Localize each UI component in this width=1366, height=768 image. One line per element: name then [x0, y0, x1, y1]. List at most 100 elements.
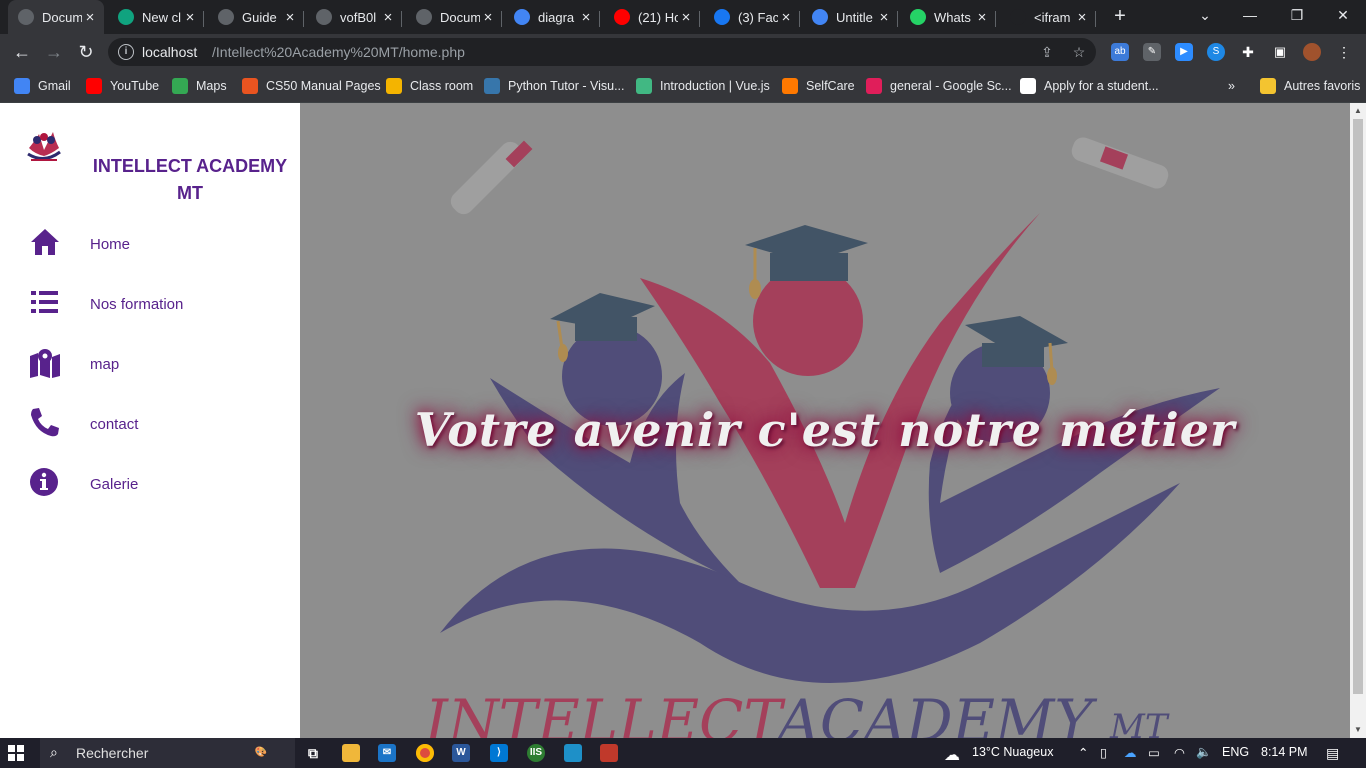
nav-home-label: Home: [90, 236, 131, 253]
tab-close-icon[interactable]: ×: [678, 9, 694, 26]
bookmark-label: Gmail: [38, 79, 71, 93]
medium-icon: [1010, 9, 1026, 25]
bookmark-item[interactable]: Maps: [172, 77, 227, 95]
other-bookmarks-folder[interactable]: Autres favoris: [1260, 77, 1360, 95]
tab-close-icon[interactable]: ×: [82, 9, 98, 26]
tab-search-chevron-icon[interactable]: ⌄: [1190, 4, 1220, 26]
tab-close-icon[interactable]: ×: [578, 9, 594, 26]
clock[interactable]: 8:14 PM: [1261, 745, 1308, 759]
nav-formations[interactable]: Nos formation: [0, 283, 300, 323]
restore-button[interactable]: ❐: [1282, 4, 1312, 26]
tab-close-icon[interactable]: ×: [778, 9, 794, 26]
academy-logo-small[interactable]: [25, 128, 63, 164]
onedrive-icon[interactable]: ☁: [1124, 745, 1137, 760]
browser-tab[interactable]: (3) Fac ×: [704, 3, 800, 31]
word-icon[interactable]: W: [452, 744, 470, 762]
browser-tab[interactable]: vofB0l ×: [306, 3, 402, 31]
url-path: /Intellect%20Academy%20MT/home.php: [212, 44, 465, 60]
site-info-icon[interactable]: i: [118, 44, 134, 60]
browser-tab[interactable]: <ifram ×: [1000, 3, 1096, 31]
tab-close-icon[interactable]: ×: [380, 9, 396, 26]
browser-tab[interactable]: diagra ×: [504, 3, 600, 31]
scroll-up-arrow[interactable]: ▲: [1350, 103, 1366, 119]
search-highlight-icon[interactable]: 🎨: [236, 744, 286, 762]
close-window-button[interactable]: ✕: [1328, 4, 1358, 26]
browser-tab[interactable]: New cl ×: [108, 3, 204, 31]
page-scrollbar[interactable]: ▲ ▼: [1350, 103, 1366, 738]
tab-title: Untitle: [836, 9, 873, 25]
tab-close-icon[interactable]: ×: [1074, 9, 1090, 26]
windows-start-icon[interactable]: [8, 745, 24, 761]
tab-close-icon[interactable]: ×: [480, 9, 496, 26]
tray-chevron-icon[interactable]: ⌃: [1078, 745, 1088, 760]
profile-avatar[interactable]: [1303, 43, 1321, 61]
nav-home[interactable]: Home: [0, 223, 300, 263]
browser-menu-icon[interactable]: ⋮: [1335, 43, 1353, 61]
info-icon: [30, 468, 58, 496]
notification-icon[interactable]: ▤: [1326, 745, 1339, 762]
chrome-icon[interactable]: [416, 744, 434, 762]
bookmark-item[interactable]: Gmail: [14, 77, 71, 95]
file-explorer-icon[interactable]: [342, 744, 360, 762]
nav-galerie[interactable]: Galerie: [0, 463, 300, 503]
new-tab-button[interactable]: +: [1110, 6, 1130, 26]
bookmarks-overflow-button[interactable]: »: [1228, 77, 1235, 95]
nav-map[interactable]: map: [0, 343, 300, 383]
docs-icon: [812, 9, 828, 25]
task-view-icon[interactable]: ⧉: [304, 744, 322, 762]
bookmark-item[interactable]: CS50 Manual Pages: [242, 77, 381, 95]
mail-icon[interactable]: ✉: [378, 744, 396, 762]
minimize-button[interactable]: —: [1235, 4, 1265, 26]
forward-button[interactable]: →: [42, 40, 66, 64]
back-button[interactable]: ←: [10, 40, 34, 64]
tab-close-icon[interactable]: ×: [282, 9, 298, 26]
app-red-icon[interactable]: [600, 744, 618, 762]
reload-button[interactable]: ↻: [74, 40, 98, 64]
brand-title[interactable]: INTELLECT ACADEMY MT: [90, 153, 290, 207]
extension-zoom-icon[interactable]: ▶: [1175, 43, 1193, 61]
bookmarks-overflow-label: »: [1228, 79, 1235, 93]
browser-tab[interactable]: Docum ×: [406, 3, 502, 31]
app-green-icon[interactable]: IIS: [527, 744, 545, 762]
tab-title: Whats: [934, 9, 971, 25]
bookmark-item[interactable]: Python Tutor - Visu...: [484, 77, 625, 95]
bookmark-item[interactable]: general - Google Sc...: [866, 77, 1012, 95]
tab-title: New cl: [142, 9, 182, 25]
tab-close-icon[interactable]: ×: [876, 9, 892, 26]
browser-tab[interactable]: Untitle ×: [802, 3, 898, 31]
extension-pen-icon[interactable]: ✎: [1143, 43, 1161, 61]
browser-toolbar: ← → ↻ i localhost /Intellect%20Academy%2…: [0, 34, 1366, 70]
tab-close-icon[interactable]: ×: [974, 9, 990, 26]
browser-tab[interactable]: Docum ×: [8, 0, 104, 34]
tray-device-icon[interactable]: ▯: [1100, 745, 1107, 760]
vscode-icon[interactable]: ⟩: [490, 744, 508, 762]
weather-text[interactable]: 13°C Nuageux: [972, 745, 1053, 759]
app-blue-icon[interactable]: [564, 744, 582, 762]
extension-shazam-icon[interactable]: S: [1207, 43, 1225, 61]
tab-strip: Docum × New cl × Guide × vofB0l × Docum × diagra ×(…: [0, 0, 1366, 34]
volume-icon[interactable]: 🔈: [1196, 745, 1212, 760]
extension-translate-icon[interactable]: ab: [1111, 43, 1129, 61]
bookmark-item[interactable]: Introduction | Vue.js: [636, 77, 770, 95]
tab-close-icon[interactable]: ×: [182, 9, 198, 26]
browser-tab[interactable]: Whats ×: [900, 3, 996, 31]
bookmark-item[interactable]: SelfCare: [782, 77, 855, 95]
cloud-icon: ☁: [944, 747, 960, 764]
bookmark-item[interactable]: Apply for a student...: [1020, 77, 1159, 95]
scroll-down-arrow[interactable]: ▼: [1350, 722, 1366, 738]
scrollbar-thumb[interactable]: [1353, 119, 1363, 694]
extensions-puzzle-icon[interactable]: ✚: [1239, 43, 1257, 61]
share-icon[interactable]: ⇪: [1038, 43, 1056, 61]
maps-icon: [172, 78, 188, 94]
bookmark-item[interactable]: YouTube: [86, 77, 159, 95]
wifi-icon[interactable]: ◠: [1174, 745, 1185, 760]
nav-contact[interactable]: contact: [0, 403, 300, 443]
browser-tab[interactable]: (21) Ho ×: [604, 3, 700, 31]
language-indicator[interactable]: ENG: [1222, 745, 1249, 759]
address-bar[interactable]: i localhost /Intellect%20Academy%20MT/ho…: [108, 38, 1096, 66]
bookmark-star-icon[interactable]: ☆: [1070, 43, 1088, 61]
browser-tab[interactable]: Guide ×: [208, 3, 304, 31]
side-panel-icon[interactable]: ▣: [1271, 43, 1289, 61]
bookmark-item[interactable]: Class room: [386, 77, 473, 95]
battery-icon[interactable]: ▭: [1148, 745, 1160, 760]
